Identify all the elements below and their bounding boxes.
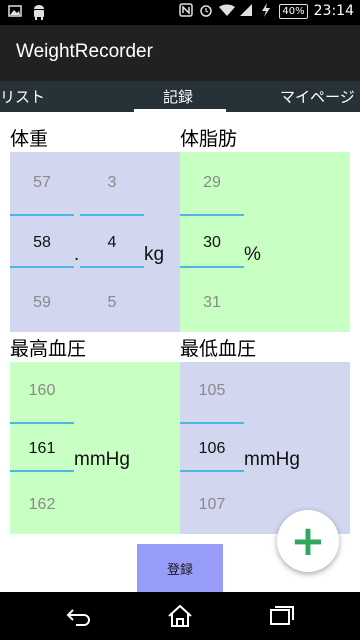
weight-integer-prev[interactable]: 57	[10, 174, 74, 192]
diastolic-prev[interactable]: 105	[180, 382, 244, 400]
clock: 23:14	[313, 3, 354, 19]
battery-indicator: 40%	[279, 3, 308, 19]
plus-icon: +	[290, 516, 326, 565]
systolic-next[interactable]: 162	[10, 496, 74, 514]
weight-decimal-prev[interactable]: 3	[80, 174, 144, 192]
systolic-unit: mmHg	[74, 449, 130, 470]
weight-label: 体重	[10, 128, 49, 150]
weight-decimal-picker[interactable]: 3 4 5	[80, 152, 144, 332]
navigation-bar	[0, 592, 360, 640]
body-fat-panel: 29 30 31 %	[180, 152, 350, 332]
tab-record[interactable]: 記録	[163, 86, 193, 107]
weight-integer-picker[interactable]: 57 58 59	[10, 152, 74, 332]
image-icon	[8, 4, 22, 20]
add-button[interactable]: +	[277, 510, 339, 572]
body-fat-picker[interactable]: 29 30 31	[180, 152, 244, 332]
status-bar: 40% 23:14	[0, 0, 360, 25]
systolic-value[interactable]: 161	[10, 440, 74, 458]
wifi-icon	[219, 3, 236, 19]
diastolic-panel: 105 106 107 mmHg	[180, 362, 350, 534]
picker-divider	[180, 214, 244, 216]
systolic-picker[interactable]: 160 161 162	[10, 362, 74, 534]
weight-decimal-value[interactable]: 4	[80, 234, 144, 252]
diastolic-label: 最低血圧	[180, 338, 257, 360]
picker-divider	[10, 422, 74, 424]
home-icon[interactable]	[165, 604, 195, 628]
tab-bar: リスト 記録 マイページ	[0, 81, 360, 112]
alarm-icon	[199, 3, 213, 19]
diastolic-picker[interactable]: 105 106 107	[180, 362, 244, 534]
nfc-icon	[179, 3, 194, 19]
body-fat-label: 体脂肪	[180, 128, 238, 150]
diastolic-unit: mmHg	[244, 449, 300, 470]
weight-panel: 57 58 59 . 3 4 5 kg	[10, 152, 180, 332]
diastolic-next[interactable]: 107	[180, 496, 244, 514]
picker-divider	[180, 266, 244, 268]
picker-divider	[180, 422, 244, 424]
body-fat-unit: %	[244, 244, 261, 265]
weight-unit: kg	[144, 244, 165, 265]
picker-divider	[80, 266, 144, 268]
body-fat-prev[interactable]: 29	[180, 174, 244, 192]
picker-divider	[10, 214, 74, 216]
weight-decimal-next[interactable]: 5	[80, 294, 144, 312]
picker-divider	[10, 266, 74, 268]
back-icon[interactable]	[64, 604, 94, 628]
app-bar: WeightRecorder	[0, 25, 360, 81]
signal-4g-icon	[239, 3, 253, 19]
decimal-separator: .	[74, 244, 80, 265]
tab-list[interactable]: リスト	[0, 86, 45, 107]
tab-indicator	[134, 109, 226, 112]
systolic-panel: 160 161 162 mmHg	[10, 362, 180, 534]
systolic-label: 最高血圧	[10, 338, 87, 360]
picker-divider	[10, 470, 74, 472]
picker-divider	[80, 214, 144, 216]
tab-mypage[interactable]: マイページ	[280, 86, 355, 107]
body-fat-value[interactable]: 30	[180, 234, 244, 252]
app-title: WeightRecorder	[16, 41, 153, 62]
android-icon	[32, 4, 46, 20]
body-fat-next[interactable]: 31	[180, 294, 244, 312]
register-button[interactable]: 登録	[137, 544, 223, 592]
systolic-prev[interactable]: 160	[10, 382, 74, 400]
charging-icon	[259, 3, 273, 19]
diastolic-value[interactable]: 106	[180, 440, 244, 458]
weight-integer-value[interactable]: 58	[10, 234, 74, 252]
weight-integer-next[interactable]: 59	[10, 294, 74, 312]
recent-apps-icon[interactable]	[266, 604, 296, 628]
picker-divider	[180, 470, 244, 472]
